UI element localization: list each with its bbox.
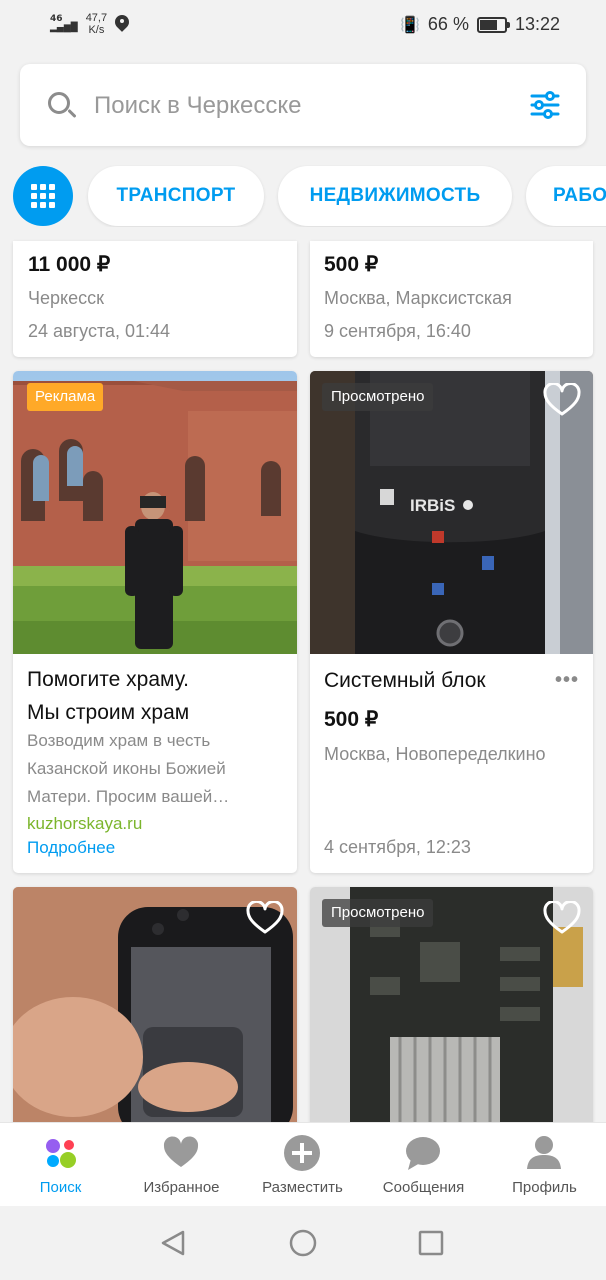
viewed-badge: Просмотрено <box>322 899 434 927</box>
category-chip-realty[interactable]: НЕДВИЖИМОСТЬ <box>278 166 512 226</box>
viewed-badge: Просмотрено <box>322 383 434 411</box>
network-speed: 47,7 K/s <box>86 12 107 36</box>
ad-description-line3: Матери. Просим вашей… <box>27 787 230 806</box>
person-icon <box>527 1136 561 1169</box>
ad-description-line1: Возводим храм в честь <box>27 731 211 750</box>
system-navigation-bar <box>0 1206 606 1280</box>
listing-title: Системный блок <box>324 669 486 692</box>
ad-card[interactable]: Реклама Помогите храму. Мы строим храм В… <box>13 371 297 873</box>
battery-percent: 66 % <box>427 14 469 34</box>
nav-tab-label: Избранное <box>143 1179 220 1196</box>
nav-tab-label: Поиск <box>39 1179 82 1196</box>
listing-location: Черкесск <box>28 288 104 308</box>
search-icon <box>48 92 70 114</box>
recent-apps-icon[interactable] <box>418 1230 444 1256</box>
network-type: 46 <box>50 14 63 24</box>
listing-card[interactable]: IRBiS Просмотрено Системный блок ••• 500… <box>310 371 593 873</box>
back-icon[interactable] <box>160 1229 186 1257</box>
listing-card[interactable]: 11 000 ₽ Черкесск 24 августа, 01:44 <box>13 241 297 357</box>
nav-tab-favorites[interactable]: Избранное <box>121 1123 242 1207</box>
nav-tab-messages[interactable]: Сообщения <box>363 1123 484 1207</box>
search-input[interactable] <box>94 86 494 126</box>
listing-card[interactable] <box>13 887 297 1127</box>
battery-icon <box>476 16 510 33</box>
listing-card[interactable]: 500 ₽ Москва, Марксистская 9 сентября, 1… <box>310 241 593 357</box>
nav-tab-label: Сообщения <box>382 1179 465 1196</box>
search-bar[interactable] <box>20 64 586 146</box>
listing-date: 4 сентября, 12:23 <box>324 837 471 857</box>
favorite-heart-icon[interactable] <box>543 901 581 935</box>
heart-icon <box>163 1136 199 1167</box>
ad-title-line2: Мы строим храм <box>27 701 190 724</box>
ad-description-line2: Казанской иконы Божией <box>27 759 226 778</box>
filter-icon[interactable] <box>530 90 560 120</box>
chat-bubble-icon <box>406 1137 440 1170</box>
all-categories-button[interactable] <box>13 166 73 226</box>
category-chip-jobs[interactable]: РАБО <box>526 166 606 226</box>
listing-location: Москва, Марксистская <box>324 288 512 308</box>
signal-icon: 46 ▂▄▆█ <box>50 14 78 33</box>
location-icon <box>115 15 129 33</box>
more-options-icon[interactable]: ••• <box>555 669 579 692</box>
status-bar: 46 ▂▄▆█ 47,7 K/s 📳 66 % 13:22 <box>0 0 606 52</box>
favorite-heart-icon[interactable] <box>543 383 581 417</box>
ad-badge: Реклама <box>27 383 104 411</box>
listing-date: 24 августа, 01:44 <box>28 321 171 341</box>
search-tab-icon <box>46 1139 76 1168</box>
listing-price: 500 ₽ <box>324 708 379 731</box>
nav-tab-label: Профиль <box>512 1179 577 1196</box>
home-icon[interactable] <box>289 1229 317 1257</box>
speed-value: 47,7 <box>85 12 108 24</box>
vibrate-icon: 📳 <box>400 15 420 34</box>
listing-date: 9 сентября, 16:40 <box>324 321 471 341</box>
nav-tab-profile[interactable]: Профиль <box>484 1123 605 1207</box>
bottom-navigation: Поиск Избранное Разместить Сообщения Про… <box>0 1122 606 1206</box>
nav-tab-label: Разместить <box>262 1179 343 1196</box>
favorite-heart-icon[interactable] <box>246 901 284 935</box>
clock: 13:22 <box>514 14 560 34</box>
status-right: 📳 66 % 13:22 <box>400 14 560 35</box>
ad-photo-church <box>13 371 297 654</box>
ad-title-line1: Помогите храму. <box>27 668 189 691</box>
category-chip-transport[interactable]: ТРАНСПОРТ <box>88 166 264 226</box>
status-left: 46 ▂▄▆█ 47,7 K/s <box>50 12 129 36</box>
listing-price: 11 000 ₽ <box>28 253 111 276</box>
listing-location: Москва, Новопеределкино <box>324 744 546 764</box>
speed-unit: K/s <box>88 24 105 36</box>
category-bar: ТРАНСПОРТ НЕДВИЖИМОСТЬ РАБО <box>0 165 606 227</box>
nav-tab-post-ad[interactable]: Разместить <box>242 1123 363 1207</box>
ad-more-link[interactable]: Подробнее <box>27 834 115 862</box>
nav-tab-search[interactable]: Поиск <box>0 1123 121 1207</box>
plus-circle-icon <box>284 1135 320 1171</box>
listing-card[interactable]: Просмотрено <box>310 887 593 1127</box>
listing-price: 500 ₽ <box>324 253 379 276</box>
svg-text:IRBiS: IRBiS <box>410 496 455 515</box>
